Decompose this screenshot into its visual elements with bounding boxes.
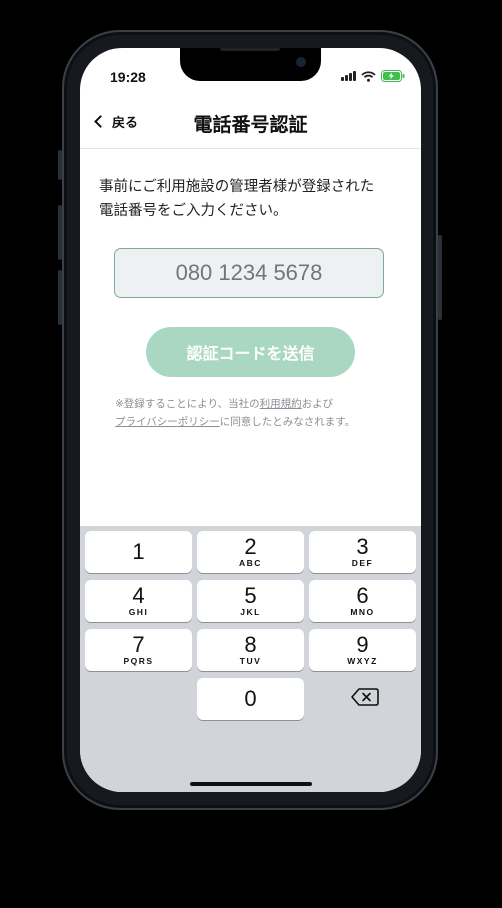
volume-up-button [58,205,62,260]
home-indicator[interactable] [190,782,312,786]
backspace-icon[interactable] [350,687,380,707]
page-title: 電話番号認証 [193,114,308,136]
key-7[interactable]: 7 PQRS [85,629,192,671]
numeric-keypad: 1 2 ABC 3 DEF 4 GHI 5 JKL 6 MNO 7 PQRS 8… [80,526,421,792]
key-0[interactable]: 0 [197,678,304,720]
power-button [438,235,442,320]
terms-link[interactable]: 利用規約 [260,398,302,410]
volume-down-button [58,270,62,325]
key-2[interactable]: 2 ABC [197,531,304,573]
privacy-policy-link[interactable]: プライバシーポリシー [115,416,220,428]
key-1[interactable]: 1 [85,531,192,573]
signal-icon [341,71,356,81]
key-4[interactable]: 4 GHI [85,580,192,622]
description: 事前にご利用施設の管理者様が登録された 電話番号をご入力ください。 [99,175,409,223]
wifi-icon [361,70,376,82]
mute-switch [58,150,62,180]
notice-prefix: ※登録することにより、当社の [115,398,260,410]
status-icons [341,70,405,82]
description-line-2: 電話番号をご入力ください。 [99,203,288,219]
status-time: 19:28 [110,69,146,85]
key-8[interactable]: 8 TUV [197,629,304,671]
phone-number-input[interactable] [114,248,384,298]
terms-notice: ※登録することにより、当社の利用規約およびプライバシーポリシーに同意したとみなさ… [115,395,405,431]
speaker [220,48,280,51]
key-6[interactable]: 6 MNO [309,580,416,622]
key-9[interactable]: 9 WXYZ [309,629,416,671]
screen: 19:28 戻る 電話番号認証 事前にご利用施設の管理者様が登録された 電話番号… [80,48,421,792]
notice-mid: および [301,398,334,410]
description-line-1: 事前にご利用施設の管理者様が登録された [99,179,375,195]
send-code-button[interactable]: 認証コードを送信 [146,327,355,377]
navigation-bar: 戻る 電話番号認証 [80,98,421,149]
key-5[interactable]: 5 JKL [197,580,304,622]
camera-icon [296,57,306,67]
key-3[interactable]: 3 DEF [309,531,416,573]
notice-suffix: に同意したとみなされます。 [219,416,356,428]
notch [180,48,321,81]
battery-charging-icon [381,70,405,82]
